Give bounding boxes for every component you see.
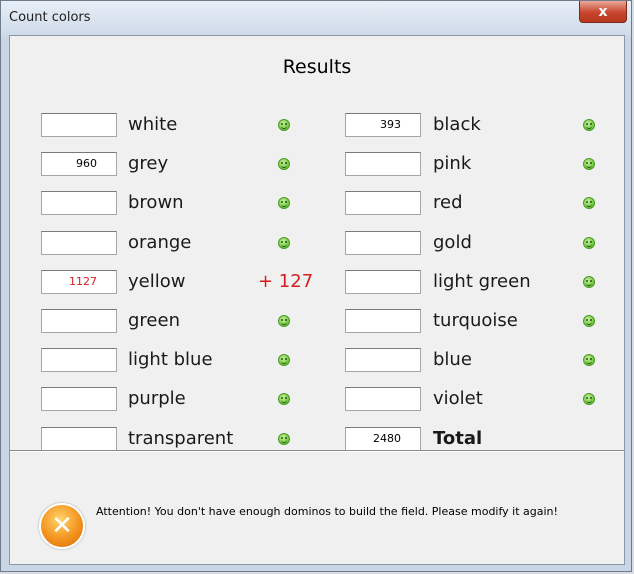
count-field-blue[interactable] (345, 348, 421, 373)
count-field-violet[interactable] (345, 387, 421, 412)
color-label-light-green: light green (433, 270, 531, 292)
count-field-black[interactable]: 393 (345, 113, 421, 137)
count-field-pink[interactable] (345, 152, 421, 177)
smiley-icon (583, 197, 595, 210)
smiley-icon (278, 197, 290, 210)
color-label-white: white (128, 114, 178, 135)
color-label-purple: purple (128, 388, 186, 410)
smiley-icon (583, 275, 595, 288)
smiley-icon (583, 158, 595, 171)
count-field-turquoise[interactable] (345, 309, 421, 333)
count-field-orange[interactable] (41, 230, 117, 255)
color-label-grey: grey (128, 153, 169, 175)
smiley-icon (278, 354, 290, 367)
count-field-red[interactable] (345, 191, 421, 216)
color-label-red: red (433, 192, 463, 214)
excess-count-yellow: + 127 (258, 270, 314, 292)
smiley-icon (278, 393, 290, 406)
color-label-light-blue: light blue (128, 349, 213, 371)
count-field-green[interactable] (41, 309, 117, 333)
smiley-icon (583, 315, 595, 327)
color-label-brown: brown (128, 192, 184, 214)
color-label-yellow: yellow (128, 270, 186, 292)
count-field-brown[interactable] (41, 191, 117, 216)
count-field-gold[interactable] (345, 230, 421, 255)
color-label-gold: gold (433, 231, 472, 253)
smiley-icon (583, 393, 595, 406)
smiley-icon (278, 315, 290, 327)
color-label-turquoise: turquoise (433, 310, 518, 331)
count-field-grey[interactable]: 960 (41, 152, 117, 177)
count-colors-window: Count colors x Results white 960 grey brown… (0, 0, 632, 572)
title-bar[interactable]: Count colors x (1, 1, 631, 35)
color-label-orange: orange (128, 231, 192, 253)
count-field-light-blue[interactable] (41, 348, 117, 373)
count-field-white[interactable] (41, 113, 117, 137)
smiley-icon (583, 119, 595, 131)
count-field-purple[interactable] (41, 387, 117, 412)
smiley-icon (278, 158, 290, 171)
color-label-green: green (128, 310, 180, 331)
smiley-icon (583, 236, 595, 249)
warning-icon: ✕ (39, 503, 85, 549)
count-field-light-green[interactable] (345, 269, 421, 294)
smiley-icon (278, 236, 290, 249)
warning-message: Attention! You don't have enough dominos… (96, 505, 558, 518)
count-field-yellow[interactable]: 1127 (41, 269, 117, 294)
smiley-icon (278, 432, 290, 445)
color-label-blue: blue (433, 349, 472, 371)
color-label-transparent: transparent (128, 427, 234, 449)
smiley-icon (583, 354, 595, 367)
total-field[interactable]: 2480 (345, 426, 421, 451)
status-footer: ✕ Attention! You don't have enough domin… (10, 452, 624, 564)
smiley-icon (278, 119, 290, 131)
close-button[interactable]: x (579, 1, 627, 23)
color-label-black: black (433, 114, 481, 135)
results-panel: Results white 960 grey brown orange 1127 yello… (9, 35, 625, 565)
color-label-violet: violet (433, 388, 483, 410)
total-label: Total (433, 427, 483, 449)
color-label-pink: pink (433, 153, 472, 175)
count-field-transparent[interactable] (41, 426, 117, 451)
window-title: Count colors (9, 10, 91, 25)
results-heading: Results (282, 56, 352, 78)
